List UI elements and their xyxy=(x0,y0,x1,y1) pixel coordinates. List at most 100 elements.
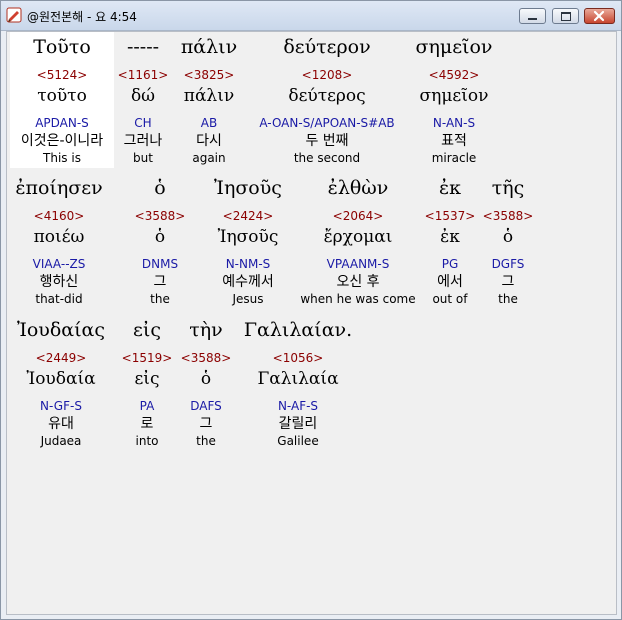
strong-number: <3588> xyxy=(482,209,534,223)
word-column[interactable]: τὴν <3588> ὁ DAFS 그 the xyxy=(178,315,234,451)
parsing-code: AB xyxy=(200,116,218,130)
english-gloss: miracle xyxy=(431,151,477,165)
korean-gloss: 에서 xyxy=(437,274,463,290)
strong-number: <4592> xyxy=(428,68,480,82)
parsing-code: VPAANM-S xyxy=(326,257,390,271)
word-column[interactable]: Τοῦτο <5124> τοῦτο APDAN-S 이것은-이니라 This … xyxy=(10,32,114,168)
parsing-code: CH xyxy=(134,116,152,130)
greek-word: τὴν xyxy=(189,319,223,341)
lemma: ποιέω xyxy=(33,227,85,247)
maximize-icon xyxy=(553,9,578,23)
lemma: σημεῖον xyxy=(419,86,489,106)
english-gloss: into xyxy=(135,434,159,448)
parsing-code: DAFS xyxy=(190,399,222,413)
close-button[interactable] xyxy=(584,8,615,24)
english-gloss: the second xyxy=(293,151,361,165)
parsing-code: VIAA--ZS xyxy=(32,257,86,271)
korean-gloss: 그러나 xyxy=(123,133,163,149)
english-gloss: the xyxy=(498,292,518,306)
greek-word: Γαλιλαίαν. xyxy=(243,319,353,341)
lemma: Ἰουδαία xyxy=(26,369,96,389)
parsing-code: N-AF-S xyxy=(277,399,319,413)
strong-number: <5124> xyxy=(36,68,88,82)
lemma: πάλιν xyxy=(183,86,235,106)
english-gloss: Jesus xyxy=(232,292,264,306)
word-column[interactable]: ὁ <3588> ὁ DNMS 그 the xyxy=(125,173,195,309)
strong-number: <1056> xyxy=(272,351,324,365)
lemma: ἐκ xyxy=(440,227,460,247)
word-column[interactable]: ἐλθὼν <2064> ἔρχομαι VPAANM-S 오신 후 when … xyxy=(297,173,419,309)
english-gloss: the xyxy=(150,292,170,306)
greek-word: πάλιν xyxy=(180,36,238,58)
greek-word: ἐκ xyxy=(438,177,462,199)
korean-gloss: 그 xyxy=(153,274,167,290)
close-icon xyxy=(593,10,605,22)
korean-gloss: 예수께서 xyxy=(222,274,274,290)
greek-word: σημεῖον xyxy=(415,36,493,58)
lemma: Ἰησοῦς xyxy=(217,227,279,247)
window-title: @원전본해 - 요 4:54 xyxy=(27,10,137,24)
word-column[interactable]: Ἰησοῦς <2424> Ἰησοῦς N-NM-S 예수께서 Jesus xyxy=(205,173,291,309)
english-gloss: the xyxy=(196,434,216,448)
app-icon xyxy=(6,7,22,23)
greek-word: ----- xyxy=(126,36,160,58)
word-column[interactable]: δεύτερον <1208> δεύτερος A-OAN-S/APOAN-S… xyxy=(249,32,405,168)
greek-word: ὁ xyxy=(154,177,166,199)
word-column[interactable]: εἰς <1519> εἰς PA 로 into xyxy=(119,315,175,451)
minimize-button[interactable] xyxy=(519,8,546,24)
word-column[interactable]: πάλιν <3825> πάλιν AB 다시 again xyxy=(175,32,243,168)
english-gloss: Galilee xyxy=(277,434,319,448)
parsing-code: DGFS xyxy=(491,257,525,271)
korean-gloss: 로 xyxy=(140,416,154,432)
greek-word: δεύτερον xyxy=(283,36,371,58)
lemma: ὁ xyxy=(502,227,514,247)
title-bar[interactable]: @원전본해 - 요 4:54 xyxy=(1,1,621,31)
greek-word: Ἰουδαίας xyxy=(16,319,106,341)
word-column[interactable]: Γαλιλαίαν. <1056> Γαλιλαία N-AF-S 갈릴리 Ga… xyxy=(239,315,357,451)
strong-number: <3825> xyxy=(183,68,235,82)
parsing-code: PA xyxy=(139,399,155,413)
english-gloss: when he was come xyxy=(300,292,416,306)
korean-gloss: 그 xyxy=(199,416,213,432)
strong-number: <1161> xyxy=(117,68,169,82)
korean-gloss: 표적 xyxy=(441,133,467,149)
maximize-button[interactable] xyxy=(552,8,579,24)
greek-word: ἐποίησεν xyxy=(15,177,103,199)
word-column[interactable]: Ἰουδαίας <2449> Ἰουδαία N-GF-S 유대 Judaea xyxy=(7,315,115,451)
parsing-code: APDAN-S xyxy=(35,116,89,130)
english-gloss: again xyxy=(192,151,226,165)
lemma: δώ xyxy=(130,86,156,106)
greek-word: Ἰησοῦς xyxy=(214,177,282,199)
parsing-code: N-AN-S xyxy=(432,116,476,130)
lemma: εἰς xyxy=(134,369,160,389)
strong-number: <1208> xyxy=(301,68,353,82)
korean-gloss: 행하신 xyxy=(39,274,79,290)
strong-number: <1537> xyxy=(424,209,476,223)
strong-number: <3588> xyxy=(180,351,232,365)
greek-word: ἐλθὼν xyxy=(327,177,389,199)
lemma: δεύτερος xyxy=(288,86,366,106)
strong-number: <3588> xyxy=(134,209,186,223)
english-gloss: but xyxy=(133,151,153,165)
strong-number: <2449> xyxy=(35,351,87,365)
greek-word: εἰς xyxy=(133,319,161,341)
word-column[interactable]: σημεῖον <4592> σημεῖον N-AN-S 표적 miracle xyxy=(407,32,501,168)
app-window: @원전본해 - 요 4:54 Τοῦτο <5124> τοῦτο APDAN-… xyxy=(0,0,622,620)
strong-number: <2424> xyxy=(222,209,274,223)
strong-number: <4160> xyxy=(33,209,85,223)
greek-word: τῆς xyxy=(491,177,525,199)
korean-gloss: 유대 xyxy=(48,416,74,432)
word-column[interactable]: ἐκ <1537> ἐκ PG 에서 out of xyxy=(423,173,477,309)
korean-gloss: 두 번째 xyxy=(305,133,349,149)
korean-gloss: 오신 후 xyxy=(336,274,380,290)
word-column[interactable]: ----- <1161> δώ CH 그러나 but xyxy=(116,32,170,168)
parsing-code: DNMS xyxy=(141,257,179,271)
lemma: ὁ xyxy=(154,227,166,247)
word-column[interactable]: τῆς <3588> ὁ DGFS 그 the xyxy=(481,173,535,309)
english-gloss: Judaea xyxy=(40,434,82,448)
lemma: Γαλιλαία xyxy=(257,369,339,389)
lemma: ἔρχομαι xyxy=(323,227,393,247)
parsing-code: PG xyxy=(441,257,459,271)
parsing-code: N-GF-S xyxy=(40,399,82,413)
word-column[interactable]: ἐποίησεν <4160> ποιέω VIAA--ZS 행하신 that-… xyxy=(7,173,111,309)
